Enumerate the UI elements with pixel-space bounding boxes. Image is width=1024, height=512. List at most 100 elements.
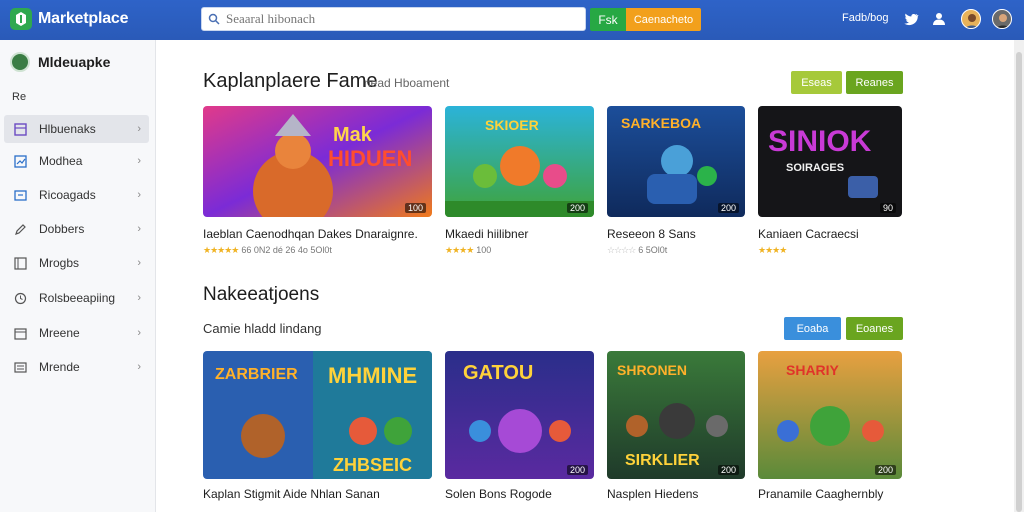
top-orange-button[interactable]: Caenacheto [626, 8, 701, 31]
sidebar-item-label: Mreene [39, 326, 80, 340]
card-rating: ★★★★ 100 [445, 245, 491, 256]
game-thumbnail: SHRONEN SIRKLIER 200 [607, 351, 745, 479]
game-thumbnail: ZARBRIER MHMINE ZHBSEIC [203, 351, 432, 479]
sidebar-item-mrogbs[interactable]: Mrogbs › [4, 249, 149, 277]
game-thumbnail: Mak HIDUEN 100 [203, 106, 432, 217]
top-link[interactable]: Fadb/bog [842, 12, 888, 24]
section-button[interactable]: Eoaba [784, 317, 841, 340]
list-icon [13, 360, 27, 374]
rating-stars: ☆☆☆☆ [607, 245, 636, 255]
card-meta-text: 6 5Ol0t [638, 245, 668, 255]
avatar[interactable] [961, 9, 981, 29]
rating-stars: ★★★★ [758, 245, 787, 255]
svg-text:SINIOK: SINIOK [768, 125, 872, 158]
top-bar: Marketplace Fsk Caenacheto Fadb/bog [0, 0, 1024, 40]
sidebar-item-dobbers[interactable]: Dobbers › [4, 215, 149, 243]
sidebar-item-label: Mrogbs [39, 256, 80, 270]
chevron-right-icon: › [137, 189, 141, 201]
card-title: Kaplan Stigmit Aide Nhlan Sanan [203, 487, 380, 501]
chevron-right-icon: › [137, 223, 141, 235]
card-badge: 200 [717, 465, 739, 475]
chart-icon [13, 154, 27, 168]
rating-stars: ★★★★ [445, 245, 474, 255]
card-badge: 100 [404, 203, 426, 213]
search-icon [208, 13, 220, 25]
card-badge: 200 [717, 203, 739, 213]
scrollbar[interactable] [1014, 40, 1024, 512]
sidebar-user[interactable]: Mldeuapke [10, 52, 110, 72]
sidebar-item-hlbuenaks[interactable]: Hlbuenaks › [4, 115, 149, 143]
game-thumbnail: SHARIY 200 [758, 351, 902, 479]
card-badge: 200 [874, 465, 896, 475]
search-box[interactable] [201, 7, 586, 31]
section-title: Kaplanplaere Fame [203, 70, 378, 92]
section-subtitle: nead Hboament [364, 76, 450, 90]
avatar[interactable] [992, 9, 1012, 29]
twitter-icon[interactable] [902, 10, 920, 28]
svg-text:SHRONEN: SHRONEN [617, 362, 687, 378]
card-rating: ☆☆☆☆ 6 5Ol0t [607, 245, 667, 256]
sidebar-subheading: Re [12, 91, 27, 103]
chevron-right-icon: › [137, 257, 141, 269]
section-button[interactable]: Eoanes [846, 317, 903, 340]
sidebar-item-modhea[interactable]: Modhea › [4, 147, 149, 175]
card-title: Iaeblan Caenodhqan Dakes Dnaraignre. [203, 227, 418, 241]
game-thumbnail: SKIOER 200 [445, 106, 594, 217]
sidebar-username: Mldeuapke [38, 54, 111, 70]
svg-text:ZARBRIER: ZARBRIER [215, 366, 298, 383]
scrollbar-thumb[interactable] [1016, 52, 1022, 512]
card-title: Reseeon 8 Sans [607, 227, 696, 241]
sidebar-item-mreene[interactable]: Mreene › [4, 319, 149, 347]
user-group-icon[interactable] [930, 10, 948, 28]
card-meta-text: 100 [476, 245, 492, 255]
sidebar-item-label: Mrende [39, 360, 80, 374]
card-badge: 200 [566, 465, 588, 475]
edit-icon [13, 222, 27, 236]
grid-icon [13, 122, 27, 136]
svg-text:HIDUEN: HIDUEN [328, 146, 412, 171]
section-title: Nakeeatjoens [203, 284, 320, 305]
sidebar-item-ricoagads[interactable]: Ricoagads › [4, 181, 149, 209]
svg-text:SARKEBOA: SARKEBOA [621, 115, 701, 131]
sidebar-item-label: Ricoagads [39, 188, 96, 202]
svg-text:GATOU: GATOU [463, 362, 533, 384]
avatar [10, 52, 30, 72]
card-title: Kaniaen Cacraecsi [758, 227, 859, 241]
card-title: Mkaedi hiilibner [445, 227, 529, 241]
card-rating: ★★★★★ 66 0N2 dé 26 4o 5Ol0t [203, 245, 332, 256]
image-icon [13, 256, 27, 270]
search-input[interactable] [226, 11, 566, 27]
sidebar-item-label: Hlbuenaks [39, 122, 96, 136]
chevron-right-icon: › [137, 361, 141, 373]
game-thumbnail: SINIOK SOIRAGES 90 [758, 106, 902, 217]
app-title: Marketplace [38, 10, 129, 27]
sidebar-item-rolsbeeapiing[interactable]: Rolsbeeapiing › [4, 284, 149, 312]
chevron-right-icon: › [137, 123, 141, 135]
section-subtitle: Camie hladd lindang [203, 321, 322, 336]
rating-stars: ★★★★★ [203, 245, 239, 255]
svg-text:SHARIY: SHARIY [786, 362, 840, 378]
card-meta-text: 66 0N2 dé 26 4o 5Ol0t [241, 245, 332, 255]
card-title: Solen Bons Rogode [445, 487, 552, 501]
section-button[interactable]: Eseas [791, 71, 842, 94]
brand[interactable]: Marketplace [10, 8, 128, 30]
section-button[interactable]: Reanes [846, 71, 903, 94]
calendar-icon [13, 326, 27, 340]
game-thumbnail: GATOU 200 [445, 351, 594, 479]
sidebar-item-label: Modhea [39, 154, 83, 168]
card-title: Pranamile Caaghernbly [758, 487, 884, 501]
svg-text:ZHBSEIC: ZHBSEIC [333, 455, 412, 475]
svg-text:Mak: Mak [333, 124, 373, 146]
svg-text:SIRKLIER: SIRKLIER [625, 452, 700, 469]
top-green-button[interactable]: Fsk [590, 8, 626, 31]
card-badge: 90 [879, 203, 896, 213]
sidebar-item-label: Rolsbeeapiing [39, 291, 116, 305]
svg-text:MHMINE: MHMINE [328, 363, 417, 388]
sidebar-item-mrende[interactable]: Mrende › [4, 353, 149, 381]
card-title: Nasplen Hiedens [607, 487, 699, 501]
card-badge: 200 [566, 203, 588, 213]
svg-text:SKIOER: SKIOER [485, 117, 539, 133]
sidebar: Mldeuapke Re Hlbuenaks › Modhea › Ricoag… [0, 40, 156, 512]
marketplace-logo-icon [10, 8, 32, 30]
game-thumbnail: SARKEBOA 200 [607, 106, 745, 217]
